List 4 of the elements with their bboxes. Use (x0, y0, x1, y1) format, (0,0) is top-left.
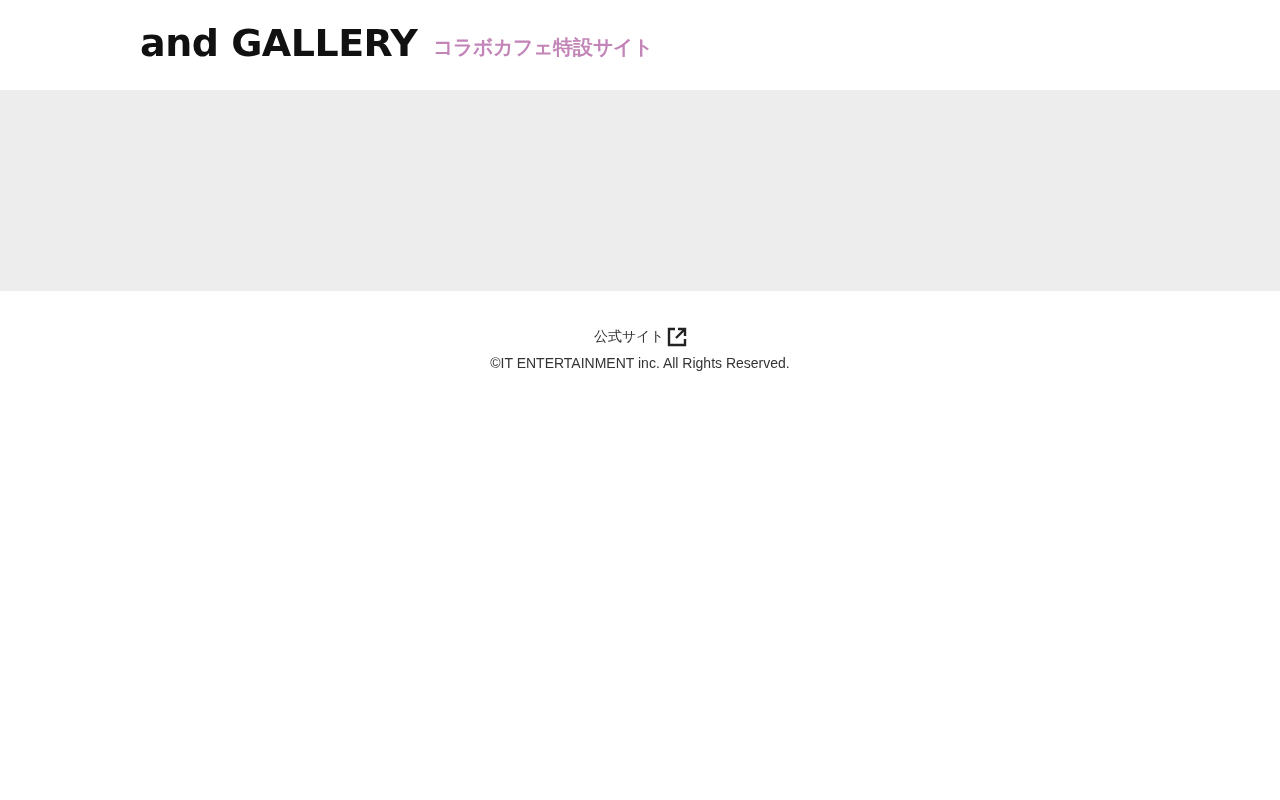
site-subtitle: コラボカフェ特設サイト (433, 34, 654, 60)
official-site-link[interactable]: 公式サイト (593, 327, 687, 347)
site-logo[interactable]: and GALLERY (140, 24, 418, 62)
copyright-text: ©IT ENTERTAINMENT inc. All Rights Reserved. (490, 355, 790, 371)
